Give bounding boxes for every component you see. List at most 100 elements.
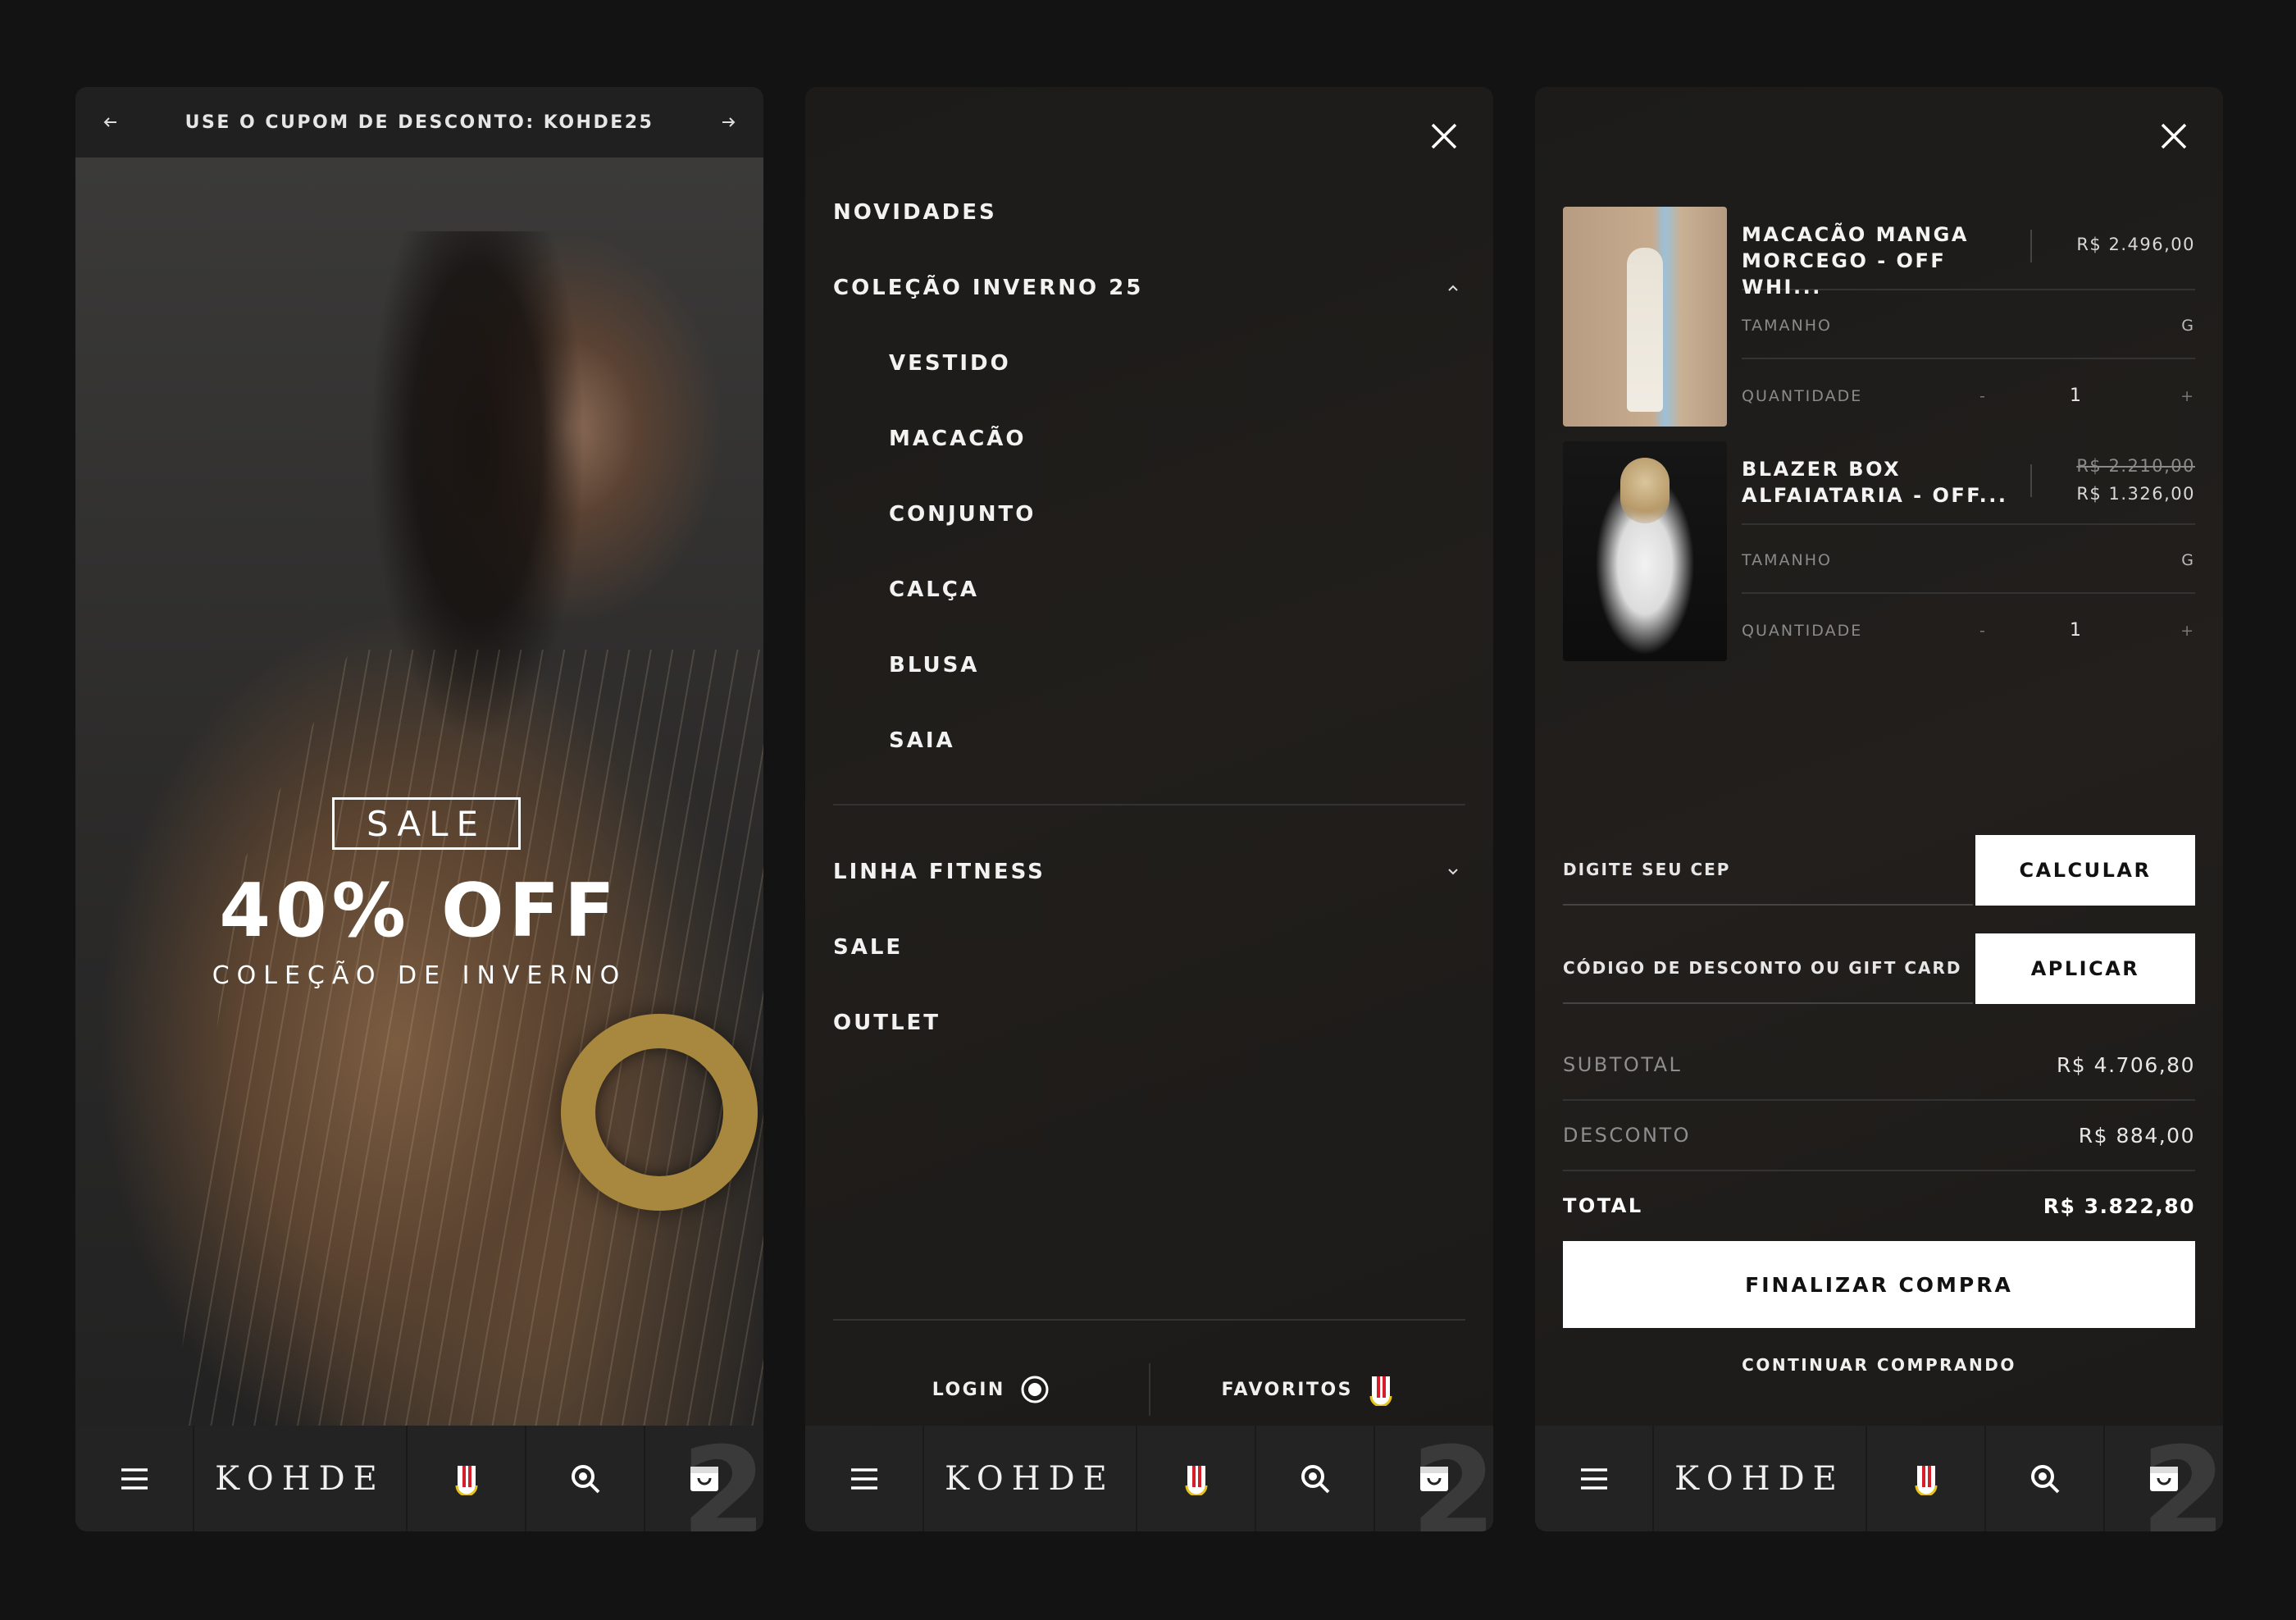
menu-item-colecao-inverno[interactable]: COLEÇÃO INVERNO 25 bbox=[833, 276, 1143, 300]
logo-link[interactable]: KOHDE bbox=[1654, 1426, 1867, 1531]
total-row: TOTAL R$ 3.822,80 bbox=[1563, 1171, 2195, 1240]
product-price: R$ 1.326,00 bbox=[2076, 484, 2195, 504]
close-icon[interactable] bbox=[2157, 120, 2190, 153]
promo-text: USE O CUPOM DE DESCONTO: KOHDE25 bbox=[184, 112, 654, 133]
hamburger-icon bbox=[121, 1467, 148, 1490]
size-label: TAMANHO bbox=[1742, 317, 1832, 335]
calculate-shipping-button[interactable]: CALCULAR bbox=[1975, 835, 2195, 906]
user-icon bbox=[1021, 1376, 1049, 1403]
menu-subitem-conjunto[interactable]: CONJUNTO bbox=[889, 502, 1036, 527]
menu-subitem-saia[interactable]: SAIA bbox=[889, 728, 955, 753]
coupon-input[interactable]: CÓDIGO DE DESCONTO OU GIFT CARD bbox=[1563, 933, 1973, 1004]
quantity-row: QUANTIDADE - 1 + bbox=[1742, 594, 2195, 663]
menu-subitem-calca[interactable]: CALÇA bbox=[889, 577, 979, 602]
hero-photo-belt bbox=[561, 1014, 758, 1211]
search-button[interactable] bbox=[526, 1426, 645, 1531]
apply-coupon-button[interactable]: APLICAR bbox=[1975, 933, 2195, 1004]
search-icon bbox=[2030, 1464, 2059, 1493]
menu-divider bbox=[833, 804, 1465, 805]
menu-item-outlet[interactable]: OUTLET bbox=[833, 1011, 941, 1035]
menu-screen: NOVIDADES COLEÇÃO INVERNO 25 VESTIDO MAC… bbox=[805, 87, 1493, 1531]
menu-button[interactable] bbox=[1535, 1426, 1654, 1531]
size-row[interactable]: TAMANHO G bbox=[1742, 289, 2195, 359]
subtotal-label: SUBTOTAL bbox=[1563, 1053, 1683, 1076]
sale-badge: SALE bbox=[332, 797, 521, 850]
product-image[interactable] bbox=[1563, 441, 1727, 661]
quantity-decrease-button[interactable]: - bbox=[1979, 622, 1987, 640]
product-name[interactable]: BLAZER BOX ALFAIATARIA - OFF... bbox=[1742, 456, 2029, 509]
hamburger-icon bbox=[850, 1467, 877, 1490]
brand-logo: KOHDE bbox=[945, 1459, 1115, 1498]
discount-row: DESCONTO R$ 884,00 bbox=[1563, 1101, 2195, 1171]
size-value: G bbox=[2181, 317, 2195, 335]
product-image[interactable] bbox=[1563, 207, 1727, 427]
item-separator bbox=[2030, 230, 2032, 262]
total-label: TOTAL bbox=[1563, 1194, 1643, 1217]
hero-banner[interactable]: SALE 40% OFF COLEÇÃO DE INVERNO bbox=[75, 157, 763, 1426]
hamburger-icon bbox=[1580, 1467, 1607, 1490]
menu-button[interactable] bbox=[805, 1426, 924, 1531]
promo-bar: USE O CUPOM DE DESCONTO: KOHDE25 bbox=[75, 87, 763, 157]
cart-button[interactable]: 2 bbox=[2105, 1426, 2223, 1531]
menu-item-sale[interactable]: SALE bbox=[833, 935, 903, 960]
cart-screen: MACACÃO MANGA MORCEGO - OFF WHI... R$ 2.… bbox=[1535, 87, 2223, 1531]
cart-button[interactable]: 2 bbox=[645, 1426, 763, 1531]
account-row: LOGIN FAVORITOS bbox=[833, 1355, 1465, 1424]
search-button[interactable] bbox=[1256, 1426, 1375, 1531]
favorites-label: FAVORITOS bbox=[1221, 1379, 1354, 1400]
cart-item-info: MACACÃO MANGA MORCEGO - OFF WHI... R$ 2.… bbox=[1742, 207, 2195, 427]
cart-box-icon bbox=[2150, 1466, 2178, 1491]
cart-button[interactable]: 2 bbox=[1375, 1426, 1493, 1531]
menu-button[interactable] bbox=[75, 1426, 194, 1531]
chevron-up-icon[interactable] bbox=[1446, 281, 1460, 295]
cep-input[interactable]: DIGITE SEU CEP bbox=[1563, 835, 1973, 906]
search-icon bbox=[1301, 1464, 1329, 1493]
close-icon[interactable] bbox=[1428, 120, 1460, 153]
product-photo-figure bbox=[1627, 248, 1663, 412]
arrow-left-icon[interactable] bbox=[102, 113, 120, 131]
subtotal-value: R$ 4.706,80 bbox=[2056, 1053, 2195, 1077]
login-label: LOGIN bbox=[932, 1379, 1005, 1400]
login-button[interactable]: LOGIN bbox=[833, 1375, 1149, 1404]
favorites-link[interactable]: FAVORITOS bbox=[1150, 1373, 1466, 1406]
quantity-label: QUANTIDADE bbox=[1742, 622, 1863, 640]
logo-link[interactable]: KOHDE bbox=[194, 1426, 408, 1531]
menu-subitem-blusa[interactable]: BLUSA bbox=[889, 653, 979, 678]
continue-shopping-link[interactable]: CONTINUAR COMPRANDO bbox=[1535, 1355, 2223, 1375]
favorites-button[interactable] bbox=[1137, 1426, 1256, 1531]
product-photo-figure bbox=[1620, 458, 1670, 523]
discount-value: R$ 884,00 bbox=[2078, 1124, 2195, 1148]
chevron-down-icon[interactable] bbox=[1446, 865, 1460, 879]
logo-link[interactable]: KOHDE bbox=[924, 1426, 1137, 1531]
quantity-increase-button[interactable]: + bbox=[2180, 622, 2195, 640]
cart-item-header: BLAZER BOX ALFAIATARIA - OFF... R$ 2.210… bbox=[1742, 441, 2195, 525]
checkout-button[interactable]: FINALIZAR COMPRA bbox=[1563, 1241, 2195, 1328]
size-label: TAMANHO bbox=[1742, 551, 1832, 569]
quantity-value: 1 bbox=[2070, 386, 2083, 406]
hero-subline: COLEÇÃO DE INVERNO bbox=[212, 961, 627, 990]
favorites-button[interactable] bbox=[1867, 1426, 1986, 1531]
size-value: G bbox=[2181, 551, 2195, 569]
quantity-value: 1 bbox=[2070, 620, 2083, 641]
favorites-button[interactable] bbox=[408, 1426, 526, 1531]
menu-subitem-macacao[interactable]: MACACÃO bbox=[889, 427, 1027, 451]
product-old-price: R$ 2.210,00 bbox=[2076, 456, 2195, 476]
menu-item-linha-fitness[interactable]: LINHA FITNESS bbox=[833, 860, 1046, 884]
quantity-row: QUANTIDADE - 1 + bbox=[1742, 359, 2195, 428]
favorites-bag-icon bbox=[455, 1465, 477, 1495]
menu-subitem-vestido[interactable]: VESTIDO bbox=[889, 351, 1011, 376]
search-button[interactable] bbox=[1986, 1426, 2105, 1531]
cart-box-icon bbox=[690, 1466, 718, 1491]
quantity-increase-button[interactable]: + bbox=[2180, 387, 2195, 405]
account-divider bbox=[833, 1319, 1465, 1321]
cart-item-header: MACACÃO MANGA MORCEGO - OFF WHI... R$ 2.… bbox=[1742, 207, 2195, 299]
size-row[interactable]: TAMANHO G bbox=[1742, 523, 2195, 594]
arrow-right-icon[interactable] bbox=[719, 113, 737, 131]
product-price: R$ 2.496,00 bbox=[2076, 235, 2195, 254]
quantity-decrease-button[interactable]: - bbox=[1979, 387, 1987, 405]
cart-box-icon bbox=[1420, 1466, 1448, 1491]
menu-item-novidades[interactable]: NOVIDADES bbox=[833, 200, 997, 225]
bottom-nav: KOHDE 2 bbox=[1535, 1426, 2223, 1531]
brand-logo: KOHDE bbox=[215, 1459, 385, 1498]
search-icon bbox=[571, 1464, 599, 1493]
